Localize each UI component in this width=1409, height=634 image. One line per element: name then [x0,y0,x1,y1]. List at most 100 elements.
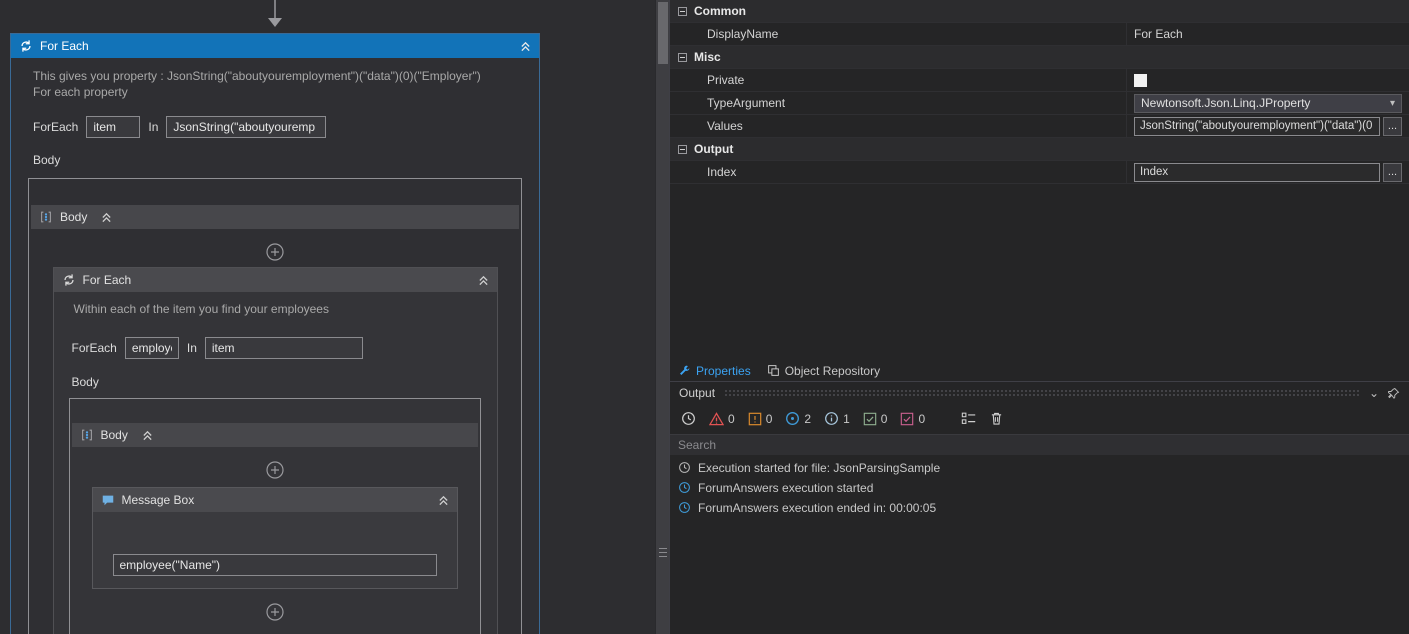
activity-foreach-inner[interactable]: For Each Within each of the item you fin… [52,267,498,634]
collapse-chevron-icon[interactable] [520,41,531,52]
foreach-item-input[interactable] [86,116,141,138]
add-activity-button[interactable] [265,603,284,621]
foreach-collection-input[interactable] [166,116,327,138]
message-box-header[interactable]: Message Box [92,488,457,512]
scrollbar-thumb[interactable] [658,2,668,64]
foreach-expression-row: ForEach In [33,116,539,138]
log-row[interactable]: ForumAnswers execution started [670,478,1409,498]
clear-output-trash-button[interactable] [990,411,1003,426]
right-panel: Common DisplayName For Each Misc Private… [669,0,1409,634]
designer-vertical-scrollbar[interactable] [655,0,669,634]
message-box-icon [102,495,113,506]
sequence-icon [41,211,51,223]
timestamps-clock-button[interactable] [681,411,696,426]
collapse-expander-icon[interactable] [678,6,687,16]
output-toolbar: 0 0 2 1 0 0 [670,404,1409,435]
properties-empty-area [670,184,1409,361]
add-activity-button[interactable] [265,461,284,479]
output-search-input[interactable] [670,434,1409,455]
foreach-item-input[interactable] [124,337,179,359]
filter-trace-button[interactable]: 2 [785,411,811,426]
activity-foreach-inner-header[interactable]: For Each [53,268,497,292]
filter-warnings-button[interactable]: 0 [748,412,772,426]
activity-foreach-outer-header[interactable]: For Each [11,34,539,58]
trace-circle-icon [786,412,800,425]
collapse-chevron-icon[interactable] [101,212,112,223]
collapse-chevron-icon[interactable] [438,495,449,506]
property-row-index[interactable]: Index ... [670,161,1409,184]
add-activity-button[interactable] [266,243,284,261]
foreach-loop-icon [21,40,31,52]
activity-annotation: This gives you property : JsonString("ab… [33,69,481,99]
activity-message-box[interactable]: Message Box [91,487,458,589]
warning-square-icon [748,412,761,425]
filter-aborted-button[interactable]: 0 [900,412,925,426]
displayname-value[interactable]: For Each [1134,27,1183,41]
sequence-title: Body [60,210,88,224]
app-window: For Each This gives you property : JsonS… [0,0,1409,634]
info-circle-icon [825,412,838,425]
tab-object-repository[interactable]: Object Repository [767,364,880,378]
sequence-container-inner[interactable]: Body Message Box employee("Name") [68,398,481,634]
sequence-container-outer[interactable]: Body For Each Within each of the item yo… [28,178,522,634]
sequence-body-header-outer[interactable]: Body [31,205,519,229]
panel-drag-dots [724,389,1360,396]
property-row-private[interactable]: Private [670,69,1409,92]
in-label: In [148,120,159,134]
wrench-icon [680,365,690,375]
property-category-output[interactable]: Output [670,138,1409,161]
scrollbar-grip-icon [659,548,667,557]
index-input[interactable] [1134,162,1380,182]
error-triangle-icon [709,411,724,425]
log-clock-icon [679,462,690,473]
collapse-chevron-icon[interactable] [142,430,153,441]
property-row-values[interactable]: Values ... [670,115,1409,138]
message-box-text-input[interactable] [112,554,437,576]
foreach-label: ForEach [71,341,117,355]
values-input[interactable] [1134,116,1380,136]
activity-annotation: Within each of the item you find your em… [73,302,329,316]
index-ellipsis-button[interactable]: ... [1383,162,1402,182]
body-label: Body [71,375,99,389]
property-category-common[interactable]: Common [670,0,1409,23]
private-checkbox[interactable] [1134,73,1147,87]
aborted-check-icon [901,412,914,425]
output-panel-header[interactable]: Output ⌄ [670,380,1409,404]
property-row-displayname[interactable]: DisplayName For Each [670,23,1409,46]
connector-arrow-icon [268,18,282,27]
activity-title: For Each [40,39,89,53]
output-log-list: Execution started for file: JsonParsingS… [670,455,1409,634]
activity-title: For Each [82,273,132,287]
success-check-icon [863,412,877,425]
output-panel-title: Output [679,385,716,400]
collapse-chevron-icon[interactable] [478,275,489,286]
object-repository-icon [767,365,779,376]
sequence-body-header-inner[interactable]: Body [71,423,478,447]
foreach-collection-input[interactable] [204,337,363,359]
tab-properties[interactable]: Properties [678,364,751,378]
property-category-misc[interactable]: Misc [670,46,1409,69]
filter-errors-button[interactable]: 0 [709,412,735,426]
values-ellipsis-button[interactable]: ... [1383,116,1402,136]
filter-info-button[interactable]: 1 [824,411,850,426]
in-label: In [186,341,197,355]
chevron-down-icon: ▾ [1389,97,1395,109]
sequence-icon [81,429,92,441]
activity-foreach-outer[interactable]: For Each This gives you property : JsonS… [10,33,540,634]
property-row-typeargument[interactable]: TypeArgument Newtonsoft.Json.Linq.JPrope… [670,92,1409,115]
foreach-loop-icon [63,274,74,286]
view-options-icon[interactable] [961,411,977,426]
log-row[interactable]: Execution started for file: JsonParsingS… [670,458,1409,478]
output-search-row [670,434,1409,455]
collapse-expander-icon[interactable] [678,52,687,62]
panel-tab-bar: Properties Object Repository [670,361,1409,381]
pin-icon[interactable] [1388,387,1400,399]
typeargument-dropdown[interactable]: Newtonsoft.Json.Linq.JProperty ▾ [1134,93,1402,113]
collapse-expander-icon[interactable] [678,144,687,154]
foreach-expression-row: ForEach In [72,337,497,359]
log-row[interactable]: ForumAnswers execution ended in: 00:00:0… [670,498,1409,518]
filter-success-button[interactable]: 0 [863,412,887,426]
workflow-designer-canvas[interactable]: For Each This gives you property : JsonS… [0,0,655,634]
connector-line [274,0,276,19]
chevron-down-icon[interactable]: ⌄ [1369,386,1379,400]
